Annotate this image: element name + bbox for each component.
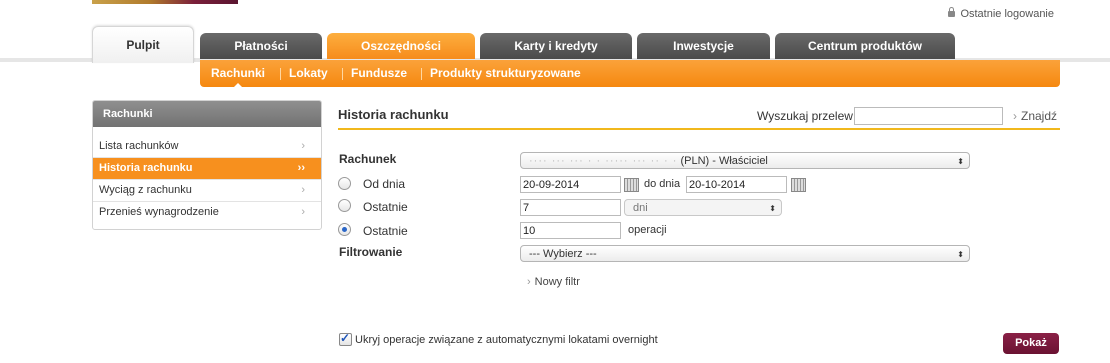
sidebar-title: Rachunki — [93, 101, 321, 127]
subnav-divider — [421, 68, 422, 80]
lock-icon — [948, 7, 956, 17]
search-button-label: Znajdź — [1021, 109, 1058, 123]
select-arrows-icon: ⬍ — [957, 157, 964, 166]
account-number-masked: ···· ··· ··· · · ····· ··· ·· · · — [529, 155, 678, 167]
search-label: Wyszukaj przelew — [757, 109, 853, 123]
select-arrows-icon: ⬍ — [957, 250, 964, 259]
last-login-label: Ostatnie logowanie — [960, 8, 1054, 20]
search-input[interactable] — [854, 107, 1003, 125]
radio-ostatnie-operacje[interactable] — [338, 223, 351, 236]
tab-pulpit[interactable]: Pulpit — [92, 26, 194, 63]
double-chevron-right-icon: ›› — [297, 162, 305, 174]
account-select-value: (PLN) - Właściciel — [680, 155, 768, 167]
sub-navigation: Rachunki Lokaty Fundusze Produkty strukt… — [200, 60, 1060, 87]
sidebar-item-label: Lista rachunków — [99, 140, 179, 152]
radio-od-dnia[interactable] — [338, 177, 351, 190]
tab-inwestycje[interactable]: Inwestycje — [637, 33, 770, 59]
period-unit-value: dni — [633, 202, 648, 214]
filter-select[interactable]: --- Wybierz --- ⬍ — [520, 245, 970, 262]
new-filter-label: Nowy filtr — [534, 276, 580, 288]
logo-strip — [92, 0, 238, 4]
last-operations-field[interactable]: 10 — [520, 222, 621, 239]
date-to-field[interactable]: 20-10-2014 — [686, 176, 787, 193]
sidebar-item-lista-rachunkow[interactable]: Lista rachunków › — [93, 136, 321, 158]
date-from-field[interactable]: 20-09-2014 — [520, 176, 621, 193]
sidebar-item-label: Wyciąg z rachunku — [99, 184, 192, 196]
subtab-lokaty[interactable]: Lokaty — [289, 60, 328, 87]
radio-ostatnie-dni[interactable] — [338, 199, 351, 212]
account-label: Rachunek — [339, 152, 397, 166]
sidebar-item-przenies-wynagrodzenie[interactable]: Przenieś wynagrodzenie › — [93, 202, 321, 223]
sidebar-item-wyciag-z-rachunku[interactable]: Wyciąg z rachunku › — [93, 180, 321, 202]
account-select[interactable]: ···· ··· ··· · · ····· ··· ·· · · (PLN) … — [520, 152, 970, 169]
chevron-right-icon: › — [301, 184, 305, 196]
subnav-divider — [280, 68, 281, 80]
sidebar: Rachunki Lista rachunków › Historia rach… — [92, 100, 322, 230]
filter-label: Filtrowanie — [339, 245, 403, 259]
sidebar-item-label: Przenieś wynagrodzenie — [99, 206, 219, 218]
new-filter-link[interactable]: › Nowy filtr — [527, 276, 580, 288]
filter-select-value: --- Wybierz --- — [529, 248, 597, 260]
sidebar-item-label: Historia rachunku — [99, 162, 193, 174]
od-dnia-label: Od dnia — [363, 177, 406, 191]
chevron-right-icon: › — [1013, 109, 1017, 123]
chevron-right-icon: › — [301, 206, 305, 218]
chevron-right-icon: › — [527, 276, 531, 288]
tab-platnosci[interactable]: Płatności — [200, 33, 322, 59]
search-button[interactable]: › Znajdź — [1013, 109, 1057, 123]
show-button[interactable]: Pokaż — [1003, 333, 1059, 354]
page-title: Historia rachunku — [338, 107, 449, 122]
hide-overnight-checkbox[interactable] — [339, 331, 352, 346]
subtab-fundusze[interactable]: Fundusze — [351, 60, 407, 87]
calendar-icon[interactable] — [624, 178, 639, 192]
do-dnia-label: do dnia — [644, 178, 681, 190]
last-login-link[interactable]: Ostatnie logowanie — [948, 7, 1054, 20]
operacji-label: operacji — [628, 224, 667, 236]
subnav-divider — [342, 68, 343, 80]
chevron-right-icon: › — [301, 140, 305, 152]
tab-karty-i-kredyty[interactable]: Karty i kredyty — [480, 33, 632, 59]
title-divider — [338, 128, 1060, 130]
tab-centrum-produktow[interactable]: Centrum produktów — [775, 33, 955, 59]
subtab-produkty-strukturyzowane[interactable]: Produkty strukturyzowane — [430, 60, 581, 87]
sidebar-item-historia-rachunku[interactable]: Historia rachunku ›› — [93, 158, 321, 180]
sidebar-list: Lista rachunków › Historia rachunku ›› W… — [93, 136, 321, 223]
last-days-field[interactable]: 7 — [520, 199, 621, 216]
ostatnie-dni-label: Ostatnie — [363, 200, 408, 214]
active-subtab-pointer-icon — [234, 83, 242, 87]
tab-oszczednosci[interactable]: Oszczędności — [327, 33, 475, 59]
period-unit-select[interactable]: dni ⬍ — [624, 199, 782, 216]
calendar-icon[interactable] — [791, 178, 806, 192]
hide-overnight-label: Ukryj operacje związane z automatycznymi… — [355, 334, 658, 346]
select-arrows-icon: ⬍ — [769, 204, 776, 213]
ostatnie-operacje-label: Ostatnie — [363, 224, 408, 238]
